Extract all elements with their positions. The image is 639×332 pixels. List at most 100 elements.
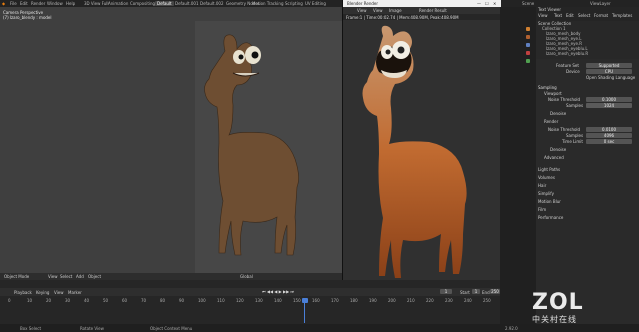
workspace-tab-motion[interactable]: Motion Tracking <box>252 1 283 6</box>
menu-edit[interactable]: Edit <box>20 1 28 6</box>
workspace-tab-default002[interactable]: Default.002 <box>200 1 224 6</box>
time-limit-label: Time Limit <box>562 139 583 144</box>
close-icon[interactable]: ✕ <box>493 1 496 6</box>
transform-orientation-dropdown[interactable]: Global <box>240 274 253 279</box>
device-dropdown[interactable]: CPU <box>586 69 632 74</box>
menu-help[interactable]: Help <box>66 1 75 6</box>
outliner-tree: Scene Collection Collection 1 lzaro_mesh… <box>536 21 639 59</box>
view-layer-icon[interactable] <box>526 43 530 47</box>
viewport-menu-select[interactable]: Select <box>60 274 72 279</box>
film-panel[interactable]: Film <box>538 207 546 212</box>
outliner-tab-templates[interactable]: Templates <box>612 13 632 18</box>
hair-panel[interactable]: Hair <box>538 183 546 188</box>
ruler-tick-label: 150 <box>293 298 301 303</box>
menu-window[interactable]: Window <box>47 1 63 6</box>
render-denoise-subpanel[interactable]: Denoise <box>550 147 566 152</box>
render-menu-view2[interactable]: View <box>373 8 383 13</box>
workspace-tab-scripting[interactable]: Scripting <box>285 1 303 6</box>
osl-checkbox[interactable]: Open Shading Language <box>586 75 635 80</box>
object-mode-dropdown[interactable]: Object Mode <box>4 274 29 279</box>
outliner-tab-text[interactable]: Text <box>554 13 562 18</box>
render-properties-icon[interactable] <box>526 27 530 31</box>
workspace-tab-compositing[interactable]: Compositing <box>130 1 155 6</box>
status-version: 2.92.0 <box>505 326 518 331</box>
properties-tab-column <box>500 7 536 332</box>
llama-model-viewport[interactable] <box>195 21 342 275</box>
viewport-menu-object[interactable]: Object <box>88 274 101 279</box>
viewport-menu-view[interactable]: View <box>48 274 58 279</box>
workspace-tab-default001[interactable]: Default.001 <box>175 1 199 6</box>
render-samples-field[interactable]: 4096 <box>586 133 632 138</box>
ruler-tick-label: 250 <box>483 298 491 303</box>
scene-properties-icon[interactable] <box>526 51 530 55</box>
ruler-tick-label: 140 <box>274 298 282 303</box>
outliner-item[interactable]: lzaro_mesh_eyeblu.R <box>546 51 588 56</box>
simplify-panel[interactable]: Simplify <box>538 191 554 196</box>
render-slot-dropdown[interactable]: Render Result <box>419 8 447 13</box>
render-result-canvas[interactable] <box>343 20 501 280</box>
feature-set-label: Feature Set <box>556 63 579 68</box>
render-noise-threshold-field[interactable]: 0.0100 <box>586 127 632 132</box>
outliner-tab-format[interactable]: Format <box>594 13 608 18</box>
ruler-tick-label: 40 <box>84 298 90 303</box>
viewport-noise-threshold-field[interactable]: 0.1000 <box>586 97 632 102</box>
viewlayer-selector[interactable]: ViewLayer <box>590 1 611 6</box>
render-window-titlebar: Blender Render — ☐ ✕ <box>343 0 501 7</box>
outliner-tab-select[interactable]: Select <box>578 13 590 18</box>
workspace-tab-default[interactable]: Default <box>155 1 174 6</box>
ruler-tick-label: 80 <box>160 298 166 303</box>
motion-blur-panel[interactable]: Motion Blur <box>538 199 561 204</box>
ruler-tick-label: 130 <box>255 298 263 303</box>
render-samples-label: Samples <box>566 133 584 138</box>
performance-panel[interactable]: Performance <box>538 215 563 220</box>
ruler-tick-label: 180 <box>350 298 358 303</box>
ruler-tick-label: 230 <box>445 298 453 303</box>
render-window[interactable]: Blender Render — ☐ ✕ View View Image Ren… <box>342 0 501 280</box>
ruler-tick-label: 90 <box>179 298 185 303</box>
ruler-tick-label: 110 <box>217 298 225 303</box>
playhead[interactable] <box>302 298 308 303</box>
viewport-denoise-subpanel[interactable]: Denoise <box>550 111 566 116</box>
feature-set-dropdown[interactable]: Supported <box>586 63 632 68</box>
menu-render[interactable]: Render <box>31 1 45 6</box>
ruler-tick-label: 120 <box>236 298 244 303</box>
volumes-panel[interactable]: Volumes <box>538 175 555 180</box>
zol-watermark: ZOL 中关村在线 <box>532 292 592 326</box>
viewport-header-bottom: Object Mode View Select Add Object Globa… <box>0 273 342 280</box>
workspace-tab-3dviewfull[interactable]: 3D View Full <box>84 1 109 6</box>
workspace-tab-uvediting[interactable]: UV Editing <box>305 1 326 6</box>
outliner-tab-edit[interactable]: Edit <box>566 13 574 18</box>
advanced-subpanel[interactable]: Advanced <box>544 155 564 160</box>
minimize-icon[interactable]: — <box>477 1 481 6</box>
viewport-subpanel-header[interactable]: Viewport <box>544 91 562 96</box>
render-subpanel-header[interactable]: Render <box>544 119 558 124</box>
llama-render-image <box>362 25 467 278</box>
render-menu-view1[interactable]: View <box>357 8 367 13</box>
3d-viewport[interactable]: Camera Perspective (7) lzaro_blendy : mo… <box>0 7 342 280</box>
workspace-tab-animation[interactable]: Animation <box>108 1 128 6</box>
ruler-tick-label: 0 <box>8 298 11 303</box>
viewport-object-label: (7) lzaro_blendy : model <box>3 15 52 20</box>
render-menu-image[interactable]: Image <box>389 8 402 13</box>
ruler-tick-label: 220 <box>426 298 434 303</box>
viewport-menu-add[interactable]: Add <box>76 274 84 279</box>
status-rotate-view: Rotate View <box>80 326 104 331</box>
render-window-title: Blender Render <box>347 1 379 6</box>
viewport-samples-field[interactable]: 1024 <box>586 103 632 108</box>
sampling-panel-header[interactable]: Sampling <box>538 85 557 90</box>
outliner-tab-view[interactable]: View <box>538 13 548 18</box>
world-properties-icon[interactable] <box>526 59 530 63</box>
device-label: Device <box>566 69 580 74</box>
ruler-tick-label: 240 <box>464 298 472 303</box>
menu-file[interactable]: File <box>10 1 17 6</box>
ruler-tick-label: 210 <box>407 298 415 303</box>
ruler-tick-label: 190 <box>369 298 377 303</box>
output-properties-icon[interactable] <box>526 35 530 39</box>
light-paths-panel[interactable]: Light Paths <box>538 167 560 172</box>
maximize-icon[interactable]: ☐ <box>485 1 489 6</box>
ruler-tick-label: 100 <box>198 298 206 303</box>
zol-logo: ZOL <box>532 290 584 315</box>
time-limit-field[interactable]: 0 sec <box>586 139 632 144</box>
blender-logo-icon[interactable]: ◆ <box>2 1 5 6</box>
scene-selector[interactable]: Scene <box>522 1 534 6</box>
